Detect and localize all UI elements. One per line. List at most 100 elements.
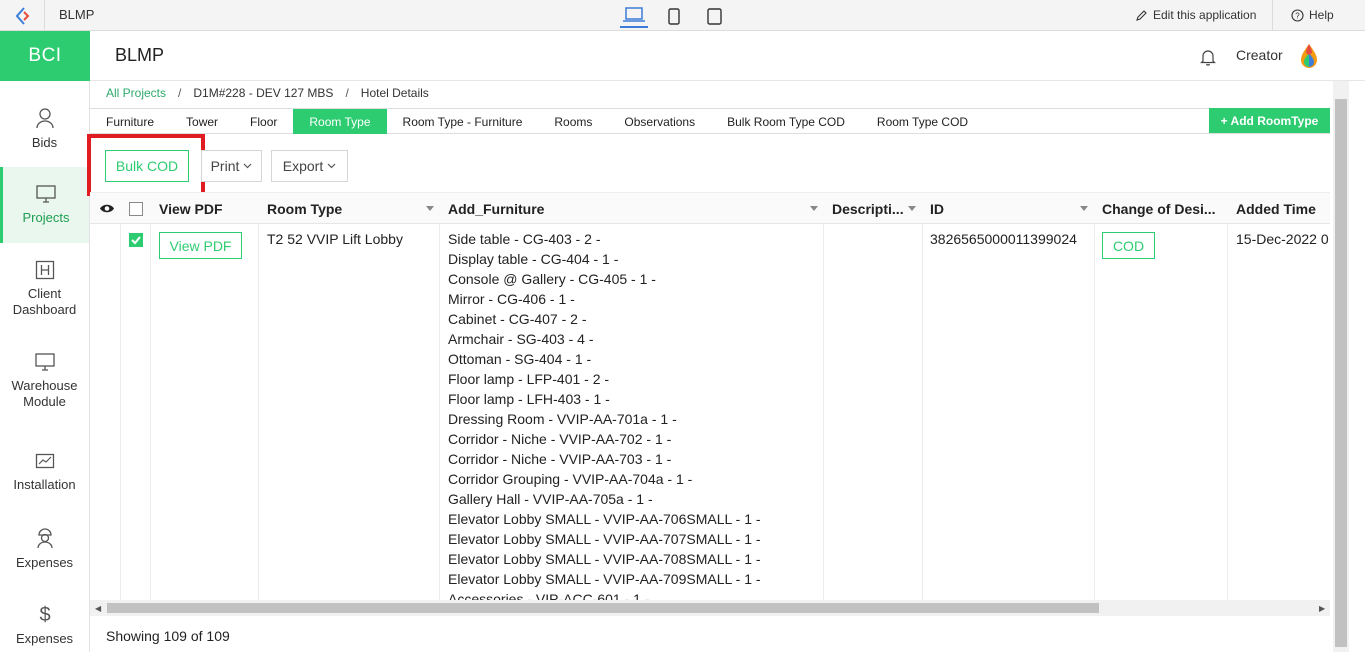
column-header-change-of-design[interactable]: Change of Desi... bbox=[1102, 193, 1228, 224]
sidebar-item-installation[interactable]: Installation bbox=[0, 435, 89, 511]
tab-floor[interactable]: Floor bbox=[234, 109, 293, 134]
edit-application-label: Edit this application bbox=[1153, 8, 1257, 22]
list-item: Gallery Hall - VVIP-AA-705a - 1 - bbox=[448, 491, 653, 507]
sidebar-item-warehouse-module[interactable]: Warehouse Module bbox=[0, 343, 89, 419]
vertical-scrollbar[interactable] bbox=[1333, 81, 1349, 652]
list-item: Armchair - SG-403 - 4 - bbox=[448, 331, 594, 347]
divider bbox=[1227, 224, 1228, 600]
scrollbar-thumb[interactable] bbox=[107, 603, 1099, 613]
page-header: BLMP Creator bbox=[90, 31, 1365, 81]
svg-text:?: ? bbox=[1295, 11, 1300, 20]
view-pdf-button[interactable]: View PDF bbox=[159, 232, 242, 259]
chart-icon bbox=[35, 453, 54, 469]
svg-text:$: $ bbox=[39, 604, 50, 625]
list-item: Floor lamp - LFH-403 - 1 - bbox=[448, 391, 610, 407]
column-header-view-pdf[interactable]: View PDF bbox=[159, 193, 259, 224]
dollar-icon: $ bbox=[39, 604, 50, 625]
person-icon bbox=[35, 108, 54, 129]
desktop-icon bbox=[34, 353, 55, 371]
bell-icon[interactable] bbox=[1200, 48, 1216, 69]
highlight-box bbox=[87, 134, 205, 196]
tablet-icon[interactable] bbox=[700, 4, 728, 28]
sidebar-item-label: Bids bbox=[31, 135, 58, 150]
sidebar-item-expenses[interactable]: Expenses bbox=[0, 511, 89, 587]
list-item: Elevator Lobby SMALL - VVIP-AA-707SMALL … bbox=[448, 531, 761, 547]
list-item: Elevator Lobby SMALL - VVIP-AA-706SMALL … bbox=[448, 511, 761, 527]
add-roomtype-button[interactable]: + Add RoomType bbox=[1209, 108, 1330, 133]
eye-icon[interactable] bbox=[99, 193, 115, 224]
list-item: Corridor - Niche - VVIP-AA-703 - 1 - bbox=[448, 451, 672, 467]
tab-room-type[interactable]: Room Type bbox=[293, 109, 387, 134]
tab-bulk-room-type-cod[interactable]: Bulk Room Type COD bbox=[711, 109, 861, 134]
sidebar-item-expenses-2[interactable]: $ Expenses bbox=[0, 587, 89, 652]
sort-caret-icon[interactable] bbox=[1080, 206, 1088, 211]
sidebar-item-label: Warehouse Module bbox=[11, 378, 78, 409]
tab-tower[interactable]: Tower bbox=[170, 109, 234, 134]
select-all-checkbox[interactable] bbox=[129, 202, 143, 216]
tab-room-type-furniture[interactable]: Room Type - Furniture bbox=[387, 109, 539, 134]
sidebar-item-projects[interactable]: Projects bbox=[0, 167, 89, 243]
row-checkbox[interactable] bbox=[129, 233, 143, 247]
laptop-icon[interactable] bbox=[620, 4, 648, 28]
list-item: Display table - CG-404 - 1 - bbox=[448, 251, 619, 267]
add-furniture-cell: Side table - CG-403 - 2 - Display table … bbox=[448, 229, 761, 600]
divider bbox=[150, 224, 151, 600]
sort-caret-icon[interactable] bbox=[426, 206, 434, 211]
sidebar-item-label: Client Dashboard bbox=[12, 286, 77, 317]
breadcrumb-separator: / bbox=[178, 86, 182, 100]
list-item: Corridor - Niche - VVIP-AA-702 - 1 - bbox=[448, 431, 672, 447]
column-header-label: Descripti... bbox=[832, 200, 904, 217]
list-item: Dressing Room - VVIP-AA-701a - 1 - bbox=[448, 411, 677, 427]
column-header-room-type[interactable]: Room Type bbox=[267, 193, 440, 224]
column-header-description[interactable]: Descripti... bbox=[832, 193, 922, 224]
divider bbox=[922, 224, 923, 600]
divider bbox=[1272, 0, 1273, 31]
sidebar-item-client-dashboard[interactable]: Client Dashboard bbox=[0, 251, 89, 327]
column-header-added-time[interactable]: Added Time bbox=[1236, 193, 1330, 224]
page-title: BLMP bbox=[115, 45, 165, 65]
sort-caret-icon[interactable] bbox=[908, 206, 916, 211]
tab-room-type-cod[interactable]: Room Type COD bbox=[861, 109, 984, 134]
cod-button[interactable]: COD bbox=[1102, 232, 1155, 259]
app-logo-icon[interactable] bbox=[14, 6, 34, 26]
export-button[interactable]: Export bbox=[271, 150, 348, 182]
scrollbar-thumb[interactable] bbox=[1335, 99, 1347, 647]
edit-application-button[interactable]: Edit this application bbox=[1136, 8, 1256, 22]
tab-furniture[interactable]: Furniture bbox=[90, 109, 170, 134]
sidebar: Bids Projects Client Dashboard Warehouse… bbox=[0, 81, 90, 652]
sort-caret-icon[interactable] bbox=[810, 206, 818, 211]
list-item: Accessories - VIP-ACC-601 - 1 - bbox=[448, 591, 650, 600]
column-header-add-furniture[interactable]: Add_Furniture bbox=[448, 193, 824, 224]
device-switcher bbox=[620, 4, 728, 28]
scroll-left-icon[interactable]: ◀ bbox=[95, 604, 101, 613]
tab-observations[interactable]: Observations bbox=[608, 109, 711, 134]
avatar[interactable] bbox=[1300, 43, 1318, 72]
phone-icon[interactable] bbox=[660, 4, 688, 28]
tab-rooms[interactable]: Rooms bbox=[538, 109, 608, 134]
h-square-icon bbox=[35, 260, 54, 280]
added-time-cell: 15-Dec-2022 0 bbox=[1236, 231, 1329, 247]
list-item: Mirror - CG-406 - 1 - bbox=[448, 291, 575, 307]
breadcrumb-current: Hotel Details bbox=[360, 86, 429, 100]
worker-icon bbox=[36, 528, 53, 549]
sidebar-item-label: Installation bbox=[13, 477, 76, 492]
app-name: BLMP bbox=[59, 7, 95, 22]
brand-logo[interactable]: BCI bbox=[0, 31, 90, 81]
sidebar-item-bids[interactable]: Bids bbox=[0, 91, 89, 167]
divider bbox=[120, 224, 121, 600]
column-header-id[interactable]: ID bbox=[930, 193, 1094, 224]
breadcrumb-project[interactable]: D1M#228 - DEV 127 MBS bbox=[193, 86, 333, 100]
list-item: Elevator Lobby SMALL - VVIP-AA-709SMALL … bbox=[448, 571, 761, 587]
user-name[interactable]: Creator bbox=[1236, 47, 1283, 63]
scroll-right-icon[interactable]: ▶ bbox=[1319, 604, 1325, 613]
print-button[interactable]: Print bbox=[201, 150, 262, 182]
horizontal-scrollbar[interactable]: ◀ ▶ bbox=[90, 600, 1330, 616]
column-header-label: ID bbox=[930, 200, 944, 217]
column-header-label: Add_Furniture bbox=[448, 200, 545, 217]
breadcrumb-separator: / bbox=[345, 86, 349, 100]
divider bbox=[44, 0, 45, 31]
help-button[interactable]: ? Help bbox=[1291, 8, 1334, 22]
breadcrumb: All Projects / D1M#228 - DEV 127 MBS / H… bbox=[106, 86, 429, 100]
record-count: Showing 109 of 109 bbox=[106, 628, 230, 644]
breadcrumb-all-projects[interactable]: All Projects bbox=[106, 86, 166, 100]
